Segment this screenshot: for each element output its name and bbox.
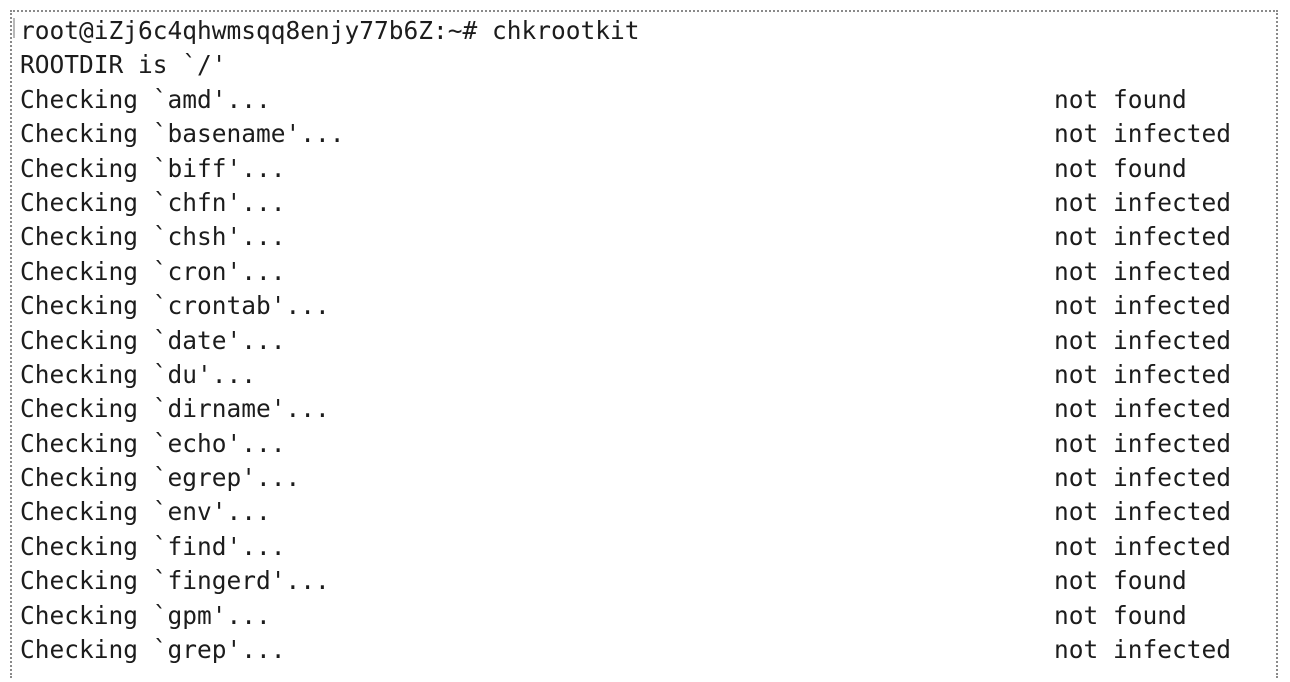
check-line: Checking `cron'... not infected (20, 255, 1276, 289)
check-line: Checking `crontab'... not infected (20, 289, 1276, 323)
check-result: not infected (1054, 428, 1232, 458)
check-result: not infected (1054, 256, 1232, 286)
check-label: Checking `env'... (20, 497, 271, 527)
check-line: Checking `biff'... not found (20, 152, 1276, 186)
check-result: not infected (1054, 119, 1232, 149)
check-label: Checking `cron'... (20, 256, 286, 286)
check-label: Checking `date'... (20, 325, 286, 355)
check-line: Checking `date'... not infected (20, 324, 1276, 358)
check-result: not found (1054, 84, 1187, 114)
check-line: Checking `echo'... not infected (20, 427, 1276, 461)
terminal-output[interactable]: root@iZj6c4qhwmsqq8enjy77b6Z:~# chkrootk… (10, 10, 1278, 678)
check-line: Checking `grep'... not infected (20, 633, 1276, 667)
check-label: Checking `egrep'... (20, 463, 301, 493)
check-label: Checking `gpm'... (20, 600, 271, 630)
check-label: Checking `find'... (20, 531, 286, 561)
check-line: Checking `env'... not infected (20, 495, 1276, 529)
check-label: Checking `crontab'... (20, 291, 330, 321)
command-prompt: root@iZj6c4qhwmsqq8enjy77b6Z:~# chkrootk… (20, 16, 640, 45)
check-line: Checking `amd'... not found (20, 83, 1276, 117)
check-line: Checking `fingerd'... not found (20, 564, 1276, 598)
text-cursor (13, 18, 15, 38)
check-label: Checking `du'... (20, 359, 257, 389)
check-label: Checking `chsh'... (20, 222, 286, 252)
check-result: not infected (1054, 359, 1232, 389)
check-label: Checking `basename'... (20, 119, 345, 149)
command-line: root@iZj6c4qhwmsqq8enjy77b6Z:~# chkrootk… (20, 14, 1276, 48)
check-result: not infected (1054, 222, 1232, 252)
check-line: Checking `chsh'... not infected (20, 220, 1276, 254)
check-label: Checking `chfn'... (20, 187, 286, 217)
check-line: Checking `find'... not infected (20, 530, 1276, 564)
check-result: not infected (1054, 531, 1232, 561)
check-line: Checking `egrep'... not infected (20, 461, 1276, 495)
check-label: Checking `echo'... (20, 428, 286, 458)
check-label: Checking `dirname'... (20, 394, 330, 424)
terminal-lines: root@iZj6c4qhwmsqq8enjy77b6Z:~# chkrootk… (20, 14, 1276, 667)
screenshot: root@iZj6c4qhwmsqq8enjy77b6Z:~# chkrootk… (0, 0, 1290, 682)
check-line: Checking `du'... not infected (20, 358, 1276, 392)
check-label: Checking `biff'... (20, 153, 286, 183)
check-result: not found (1054, 566, 1187, 596)
check-result: not found (1054, 153, 1187, 183)
rootdir-text: ROOTDIR is `/' (20, 50, 227, 80)
check-line: Checking `gpm'... not found (20, 599, 1276, 633)
rootdir-line: ROOTDIR is `/' (20, 48, 1276, 82)
check-result: not infected (1054, 394, 1232, 424)
check-label: Checking `grep'... (20, 635, 286, 665)
check-line: Checking `chfn'... not infected (20, 186, 1276, 220)
check-line: Checking `basename'... not infected (20, 117, 1276, 151)
check-label: Checking `amd'... (20, 84, 271, 114)
check-result: not infected (1054, 463, 1232, 493)
check-line: Checking `dirname'... not infected (20, 392, 1276, 426)
check-result: not infected (1054, 187, 1232, 217)
check-result: not infected (1054, 635, 1232, 665)
check-result: not infected (1054, 497, 1232, 527)
check-result: not infected (1054, 325, 1232, 355)
check-result: not found (1054, 600, 1187, 630)
check-result: not infected (1054, 291, 1232, 321)
check-label: Checking `fingerd'... (20, 566, 330, 596)
